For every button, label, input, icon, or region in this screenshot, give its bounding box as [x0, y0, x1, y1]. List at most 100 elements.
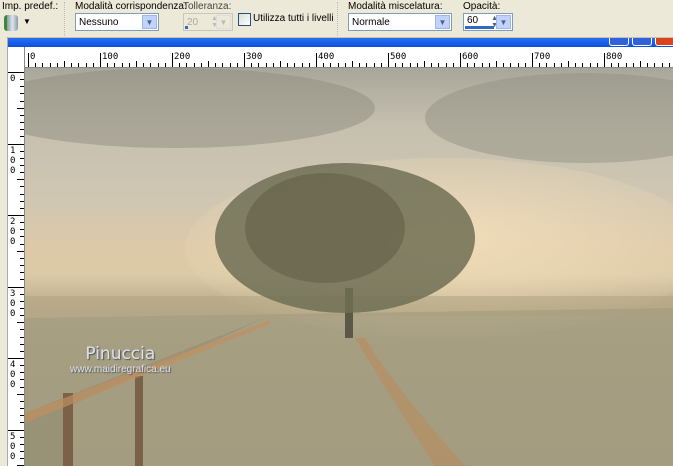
- watermark-url: www.maidiregrafica.eu: [70, 364, 171, 375]
- ruler-tick: [222, 63, 224, 67]
- ruler-tick: [200, 63, 202, 67]
- maximize-button[interactable]: [632, 38, 652, 46]
- chevron-down-icon[interactable]: ▼: [496, 15, 511, 29]
- chevron-down-icon[interactable]: ▼: [435, 15, 450, 29]
- ruler-tick: [20, 236, 24, 238]
- ruler-tick: [78, 63, 80, 67]
- ruler-tick: [294, 63, 296, 67]
- ruler-tick: [28, 53, 29, 67]
- ruler-tick: [20, 307, 24, 309]
- ruler-tick: [20, 229, 24, 231]
- ruler-tick: [20, 164, 24, 166]
- ruler-label: 400: [318, 52, 335, 62]
- ruler-tick: [481, 63, 483, 67]
- ruler-label: 500: [10, 431, 16, 462]
- ruler-tick: [20, 350, 24, 352]
- ruler-tick: [157, 63, 159, 67]
- ruler-tick: [344, 63, 346, 67]
- ruler-tick: [20, 86, 24, 88]
- tool-options-bar: Imp. predef.: ▼ Modalità corrispondenza:…: [0, 0, 673, 38]
- ruler-tick: [409, 63, 411, 67]
- ruler-tick: [510, 63, 512, 67]
- ruler-label: 300: [246, 52, 263, 62]
- ruler-tick: [20, 293, 24, 295]
- ruler-tick: [114, 63, 116, 67]
- chevron-down-icon[interactable]: ▼: [142, 15, 157, 29]
- vertical-ruler: 0 100 200 300 400 500: [8, 47, 25, 466]
- ruler-tick: [20, 386, 24, 388]
- ruler-tick: [496, 61, 497, 67]
- ruler-tick: [20, 300, 24, 302]
- ruler-tick: [568, 61, 569, 67]
- ruler-tick: [215, 63, 217, 67]
- ruler-tick: [661, 63, 663, 67]
- minimize-button[interactable]: [609, 38, 629, 46]
- ruler-tick: [654, 63, 656, 67]
- ruler-tick: [20, 379, 24, 381]
- tolerance-value: 20: [187, 17, 199, 28]
- ruler-tick: [330, 63, 332, 67]
- ruler-label: 300: [10, 288, 16, 319]
- use-all-layers-checkbox[interactable]: [238, 13, 251, 26]
- ruler-tick: [596, 63, 598, 67]
- image-canvas[interactable]: Pinuccia www.maidiregrafica.eu: [25, 68, 673, 466]
- ruler-tick: [517, 63, 519, 67]
- ruler-tick: [424, 61, 425, 67]
- ruler-tick: [17, 250, 24, 252]
- ruler-tick: [474, 63, 476, 67]
- ruler-label: 0: [30, 52, 36, 62]
- ruler-tick: [452, 63, 454, 67]
- use-all-layers-label[interactable]: Utilizza tutti i livelli: [253, 13, 334, 24]
- blend-mode-select[interactable]: Normale ▼: [348, 13, 452, 31]
- ruler-tick: [460, 53, 461, 67]
- ruler-tick: [553, 63, 555, 67]
- ruler-tick: [20, 329, 24, 331]
- match-mode-select[interactable]: Nessuno ▼: [75, 13, 159, 31]
- ruler-tick: [172, 53, 173, 67]
- ruler-tick: [208, 61, 209, 67]
- close-button[interactable]: [655, 38, 673, 46]
- ruler-tick: [366, 63, 368, 67]
- separator: [64, 2, 67, 36]
- opacity-input[interactable]: 60 ▲ ▼ ▼: [463, 13, 513, 31]
- ruler-tick: [20, 336, 24, 338]
- opacity-value: 60: [467, 15, 479, 26]
- chevron-down-icon[interactable]: ▼: [216, 15, 231, 29]
- ruler-tick: [20, 136, 24, 138]
- ruler-tick: [431, 63, 433, 67]
- watermark: Pinuccia www.maidiregrafica.eu: [70, 344, 171, 375]
- ruler-tick: [388, 53, 389, 67]
- ruler-tick: [20, 422, 24, 424]
- ruler-label: 100: [102, 52, 119, 62]
- ruler-tick: [380, 63, 382, 67]
- ruler-tick: [193, 63, 195, 67]
- ruler-tick: [164, 63, 166, 67]
- landscape-image: [25, 68, 673, 466]
- ruler-tick: [20, 222, 24, 224]
- ruler-tick: [359, 63, 361, 67]
- ruler-tick: [20, 372, 24, 374]
- ruler-tick: [20, 315, 24, 317]
- opacity-bar: [465, 26, 494, 29]
- ruler-label: 200: [174, 52, 191, 62]
- ruler-tick: [503, 63, 505, 67]
- ruler-tick: [611, 63, 613, 67]
- ruler-tick: [56, 63, 58, 67]
- ruler-tick: [373, 63, 375, 67]
- preset-button[interactable]: ▼: [4, 15, 32, 33]
- ruler-tick: [20, 400, 24, 402]
- ruler-tick: [20, 207, 24, 209]
- ruler-tick: [323, 63, 325, 67]
- ruler-tick: [308, 63, 310, 67]
- tolerance-input[interactable]: 20 ▲ ▼ ▼: [183, 13, 233, 31]
- ruler-tick: [20, 114, 24, 116]
- tolerance-label: Tolleranza:: [183, 1, 232, 12]
- ruler-tick: [107, 63, 109, 67]
- match-mode-label: Modalità corrispondenza:: [75, 1, 187, 12]
- ruler-tick: [8, 72, 24, 73]
- ruler-tick: [20, 193, 24, 195]
- ruler-tick: [272, 63, 274, 67]
- ruler-label: 800: [606, 52, 623, 62]
- chevron-down-icon: ▼: [23, 17, 31, 26]
- ruler-tick: [17, 322, 24, 324]
